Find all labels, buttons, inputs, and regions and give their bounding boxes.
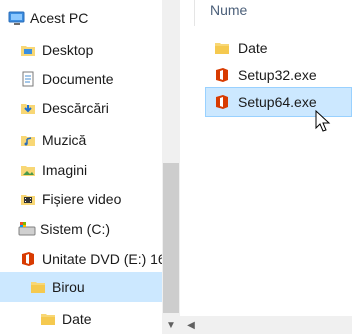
nav-item-label: Imagini [42, 162, 88, 178]
nav-item-label: Birou [52, 279, 85, 295]
file-item-setup32[interactable]: Setup32.exe [206, 61, 351, 89]
nav-item-label: Unitate DVD (E:) 16 [42, 251, 162, 267]
nav-item-birou[interactable]: Birou [0, 272, 162, 302]
office-dvd-icon [20, 251, 36, 267]
nav-vertical-scrollbar[interactable]: ▼ [162, 0, 180, 334]
drive-c-icon [18, 221, 36, 237]
nav-item-label: Documente [42, 71, 114, 87]
office-setup-icon [214, 67, 230, 83]
nav-item-label: Muzică [42, 132, 87, 148]
folder-icon [214, 40, 230, 56]
videos-folder-icon [20, 191, 36, 207]
nav-item-muzica[interactable]: Muzică [0, 125, 162, 155]
column-separator [194, 0, 195, 26]
nav-item-label: Descărcări [42, 100, 109, 116]
nav-item-label: Fișiere video [42, 191, 122, 207]
desktop-folder-icon [20, 42, 36, 58]
file-name: Setup32.exe [238, 67, 317, 83]
horizontal-scrollbar[interactable]: ◀ [180, 316, 352, 334]
file-name: Setup64.exe [238, 94, 317, 110]
file-name: Date [238, 40, 268, 56]
nav-item-sistem-c[interactable]: Sistem (C:) [0, 214, 162, 244]
folder-icon [40, 311, 56, 327]
office-setup-icon [214, 94, 230, 110]
scroll-thumb[interactable] [163, 163, 179, 313]
nav-item-descarcari[interactable]: Descărcări [0, 93, 162, 123]
computer-icon [8, 10, 25, 26]
nav-item-label: Sistem (C:) [40, 221, 110, 237]
scroll-track[interactable] [162, 0, 180, 160]
nav-item-documente[interactable]: Documente [0, 64, 162, 94]
nav-item-desktop[interactable]: Desktop [0, 35, 162, 65]
file-item-date[interactable]: Date [206, 34, 351, 62]
nav-item-date[interactable]: Date [0, 304, 162, 334]
nav-item-unitate-dvd[interactable]: Unitate DVD (E:) 16 [0, 244, 162, 274]
pictures-folder-icon [20, 162, 36, 178]
downloads-folder-icon [20, 100, 36, 116]
nav-item-imagini[interactable]: Imagini [0, 155, 162, 185]
scroll-left-arrow-icon[interactable]: ◀ [182, 316, 200, 334]
column-header-name[interactable]: Nume [210, 2, 247, 18]
navigation-pane: Acest PC Desktop Documente Descărcări Mu… [0, 0, 162, 334]
nav-item-label: Date [62, 311, 92, 327]
folder-icon [30, 279, 46, 295]
file-list-pane: Nume Date Setup32.exe Setup64.exe [180, 0, 352, 334]
mouse-cursor-icon [314, 109, 332, 134]
documents-folder-icon [20, 71, 36, 87]
nav-item-label: Acest PC [30, 10, 89, 26]
scroll-down-arrow-icon[interactable]: ▼ [162, 316, 180, 334]
nav-item-label: Desktop [42, 42, 94, 58]
music-folder-icon [20, 132, 36, 148]
nav-item-fisiere-video[interactable]: Fișiere video [0, 184, 162, 214]
nav-item-acest-pc[interactable]: Acest PC [0, 3, 162, 33]
